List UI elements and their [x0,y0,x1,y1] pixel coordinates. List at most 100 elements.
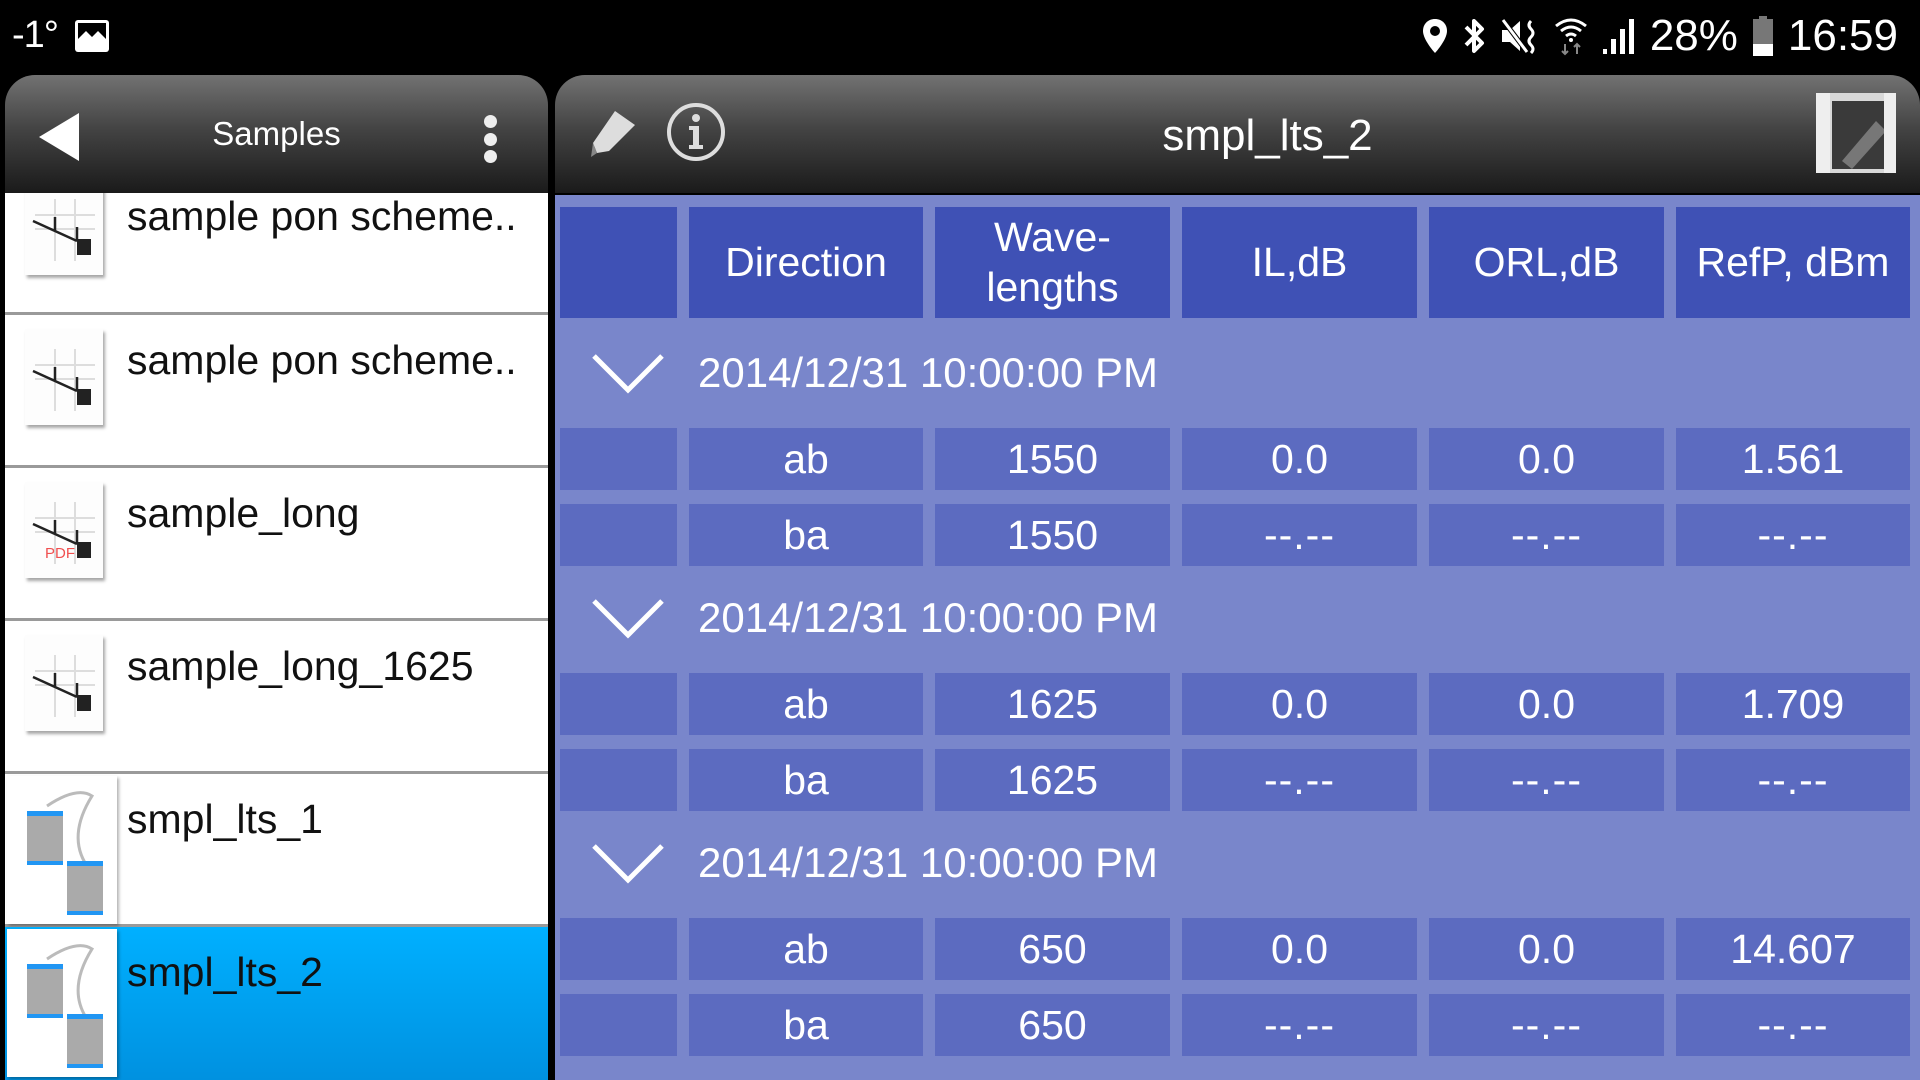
battery-icon [1752,15,1774,57]
cell-orl: 0.0 [1429,673,1664,735]
cell-il: --.-- [1182,749,1417,811]
cell-direction: ab [689,918,923,980]
results-table: Direction Wave- lengths IL,dB ORL,dB Ref… [555,195,1920,1080]
group-header[interactable]: 2014/12/31 10:00:00 PM [555,813,1920,913]
lts-devices-icon [7,776,117,924]
row-blank [560,918,677,980]
cell-refp: 1.561 [1676,428,1910,490]
file-item[interactable]: PDF sample_long [5,468,548,621]
status-bar: -1° 28% 16:59 [0,0,1920,75]
group-header[interactable]: 2014/12/31 10:00:00 PM [555,323,1920,423]
table-row[interactable]: ab 650 0.0 0.0 14.607 [560,918,1910,980]
cell-refp: --.-- [1676,994,1910,1056]
wifi-icon [1554,16,1588,56]
samples-header: Samples [5,75,548,193]
details-header: smpl_lts_2 [555,75,1920,193]
column-header-wavelengths: Wave- lengths [935,207,1170,318]
column-header-refp: RefP, dBm [1676,207,1910,318]
file-name: sample pon scheme.. [127,337,517,383]
file-name: sample pon scheme.. [127,193,517,239]
table-header-row: Direction Wave- lengths IL,dB ORL,dB Ref… [560,207,1910,318]
file-name: smpl_lts_1 [127,796,323,842]
cell-direction: ba [689,504,923,566]
file-item[interactable]: sample_long_1625 [5,621,548,774]
cell-direction: ab [689,673,923,735]
cell-orl: 0.0 [1429,918,1664,980]
location-icon [1422,18,1448,54]
file-name: sample_long [127,490,360,536]
pon-scheme-icon [25,193,103,275]
clock: 16:59 [1787,11,1898,60]
file-name: sample_long_1625 [127,643,474,689]
table-row[interactable]: ab 1550 0.0 0.0 1.561 [560,428,1910,490]
pon-scheme-icon [25,635,103,731]
table-row[interactable]: ab 1625 0.0 0.0 1.709 [560,673,1910,735]
file-item[interactable]: smpl_lts_1 [5,774,548,927]
group-timestamp: 2014/12/31 10:00:00 PM [698,839,1159,886]
signal-icon [1602,17,1636,55]
cell-il: 0.0 [1182,918,1417,980]
cell-il: 0.0 [1182,428,1417,490]
details-panel: smpl_lts_2 Direction Wave- lengths IL,dB… [555,75,1920,1080]
battery-percent: 28% [1649,11,1738,60]
group-timestamp: 2014/12/31 10:00:00 PM [698,594,1159,641]
samples-panel: Samples sample pon scheme.. sample pon s… [5,75,548,1080]
cell-orl: --.-- [1429,994,1664,1056]
cell-refp: --.-- [1676,504,1910,566]
column-header-il: IL,dB [1182,207,1417,318]
mute-vibrate-icon [1500,17,1540,55]
cell-wavelength: 1625 [935,673,1170,735]
row-blank [560,994,677,1056]
chevron-down-icon [592,844,664,884]
file-list[interactable]: sample pon scheme.. sample pon scheme.. … [5,193,548,1080]
table-row[interactable]: ba 1625 --.-- --.-- --.-- [560,749,1910,811]
cell-direction: ab [689,428,923,490]
cell-orl: --.-- [1429,504,1664,566]
chevron-down-icon [592,354,664,394]
more-vert-icon [483,115,497,128]
cell-wavelength: 650 [935,918,1170,980]
sample-title: smpl_lts_2 [1162,111,1373,160]
cell-il: 0.0 [1182,673,1417,735]
group-timestamp: 2014/12/31 10:00:00 PM [698,349,1159,396]
column-header-direction: Direction [689,207,923,318]
pdf-badge: PDF [45,545,75,562]
row-blank [560,428,677,490]
cell-wavelength: 1550 [935,428,1170,490]
cell-refp: 14.607 [1676,918,1910,980]
cell-il: --.-- [1182,504,1417,566]
edit-report-icon [1816,93,1896,173]
cell-il: --.-- [1182,994,1417,1056]
column-header-blank [560,207,677,318]
cell-wavelength: 1625 [935,749,1170,811]
cell-refp: --.-- [1676,749,1910,811]
file-name: smpl_lts_2 [127,949,323,995]
temperature-label: -1° [12,14,59,56]
gallery-icon [74,19,110,53]
edit-report-button[interactable] [1814,91,1898,175]
cell-wavelength: 650 [935,994,1170,1056]
file-item[interactable]: sample pon scheme.. [5,315,548,468]
lts-devices-icon [7,929,117,1077]
chevron-down-icon [592,599,664,639]
bluetooth-icon [1462,17,1486,55]
row-blank [560,504,677,566]
table-row[interactable]: ba 650 --.-- --.-- --.-- [560,994,1910,1056]
file-item[interactable]: sample pon scheme.. [5,193,548,315]
more-options-button[interactable] [480,115,500,163]
group-header[interactable]: 2014/12/31 10:00:00 PM [555,568,1920,668]
cell-orl: 0.0 [1429,428,1664,490]
cell-wavelength: 1550 [935,504,1170,566]
pon-scheme-pdf-icon: PDF [25,482,103,578]
row-blank [560,749,677,811]
cell-direction: ba [689,749,923,811]
cell-refp: 1.709 [1676,673,1910,735]
cell-direction: ba [689,994,923,1056]
table-row[interactable]: ba 1550 --.-- --.-- --.-- [560,504,1910,566]
column-header-orl: ORL,dB [1429,207,1664,318]
pon-scheme-icon [25,329,103,425]
file-item-selected[interactable]: smpl_lts_2 [5,927,548,1080]
row-blank [560,673,677,735]
samples-title: Samples [212,115,341,152]
cell-orl: --.-- [1429,749,1664,811]
